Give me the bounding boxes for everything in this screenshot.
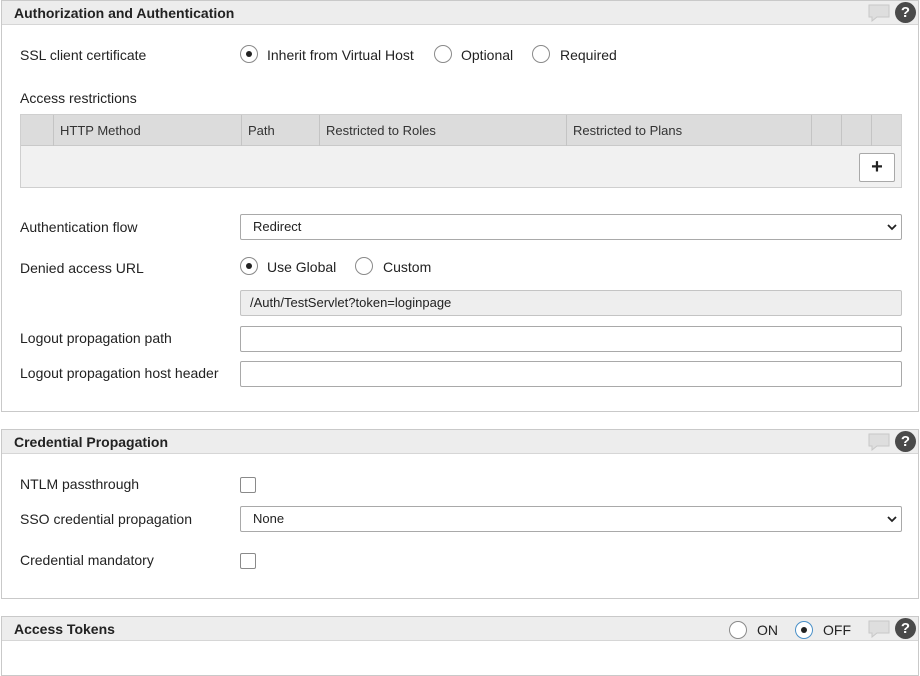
ntlm-checkbox[interactable] (240, 477, 256, 493)
access-restrictions-label: Access restrictions (20, 90, 137, 106)
logout-host-label: Logout propagation host header (20, 365, 219, 381)
tokens-on-label[interactable]: ON (757, 622, 778, 638)
sso-value: None (253, 511, 285, 526)
denied-custom-radio[interactable] (355, 257, 373, 275)
access-restrictions-table: HTTP Method Path Restricted to Roles Res… (20, 114, 902, 188)
column-label: Restricted to Plans (573, 123, 683, 138)
denied-url-field: /Auth/TestServlet?token=loginpage (240, 290, 902, 316)
credential-mandatory-checkbox[interactable] (240, 553, 256, 569)
panel-title: Authorization and Authentication (14, 5, 235, 21)
ssl-inherit-label[interactable]: Inherit from Virtual Host (267, 47, 414, 63)
column-label: Path (248, 123, 275, 138)
tokens-off-label[interactable]: OFF (823, 622, 851, 638)
sso-label: SSO credential propagation (20, 511, 192, 527)
table-column-path[interactable]: Path (242, 115, 320, 146)
tokens-on-radio[interactable] (729, 621, 747, 639)
auth-panel-header: Authorization and Authentication ? (2, 1, 918, 25)
table-action-column (842, 115, 872, 146)
table-select-column (21, 115, 54, 146)
help-icon[interactable]: ? (895, 431, 916, 452)
column-label: Restricted to Roles (326, 123, 436, 138)
denied-custom-label[interactable]: Custom (383, 259, 431, 275)
ssl-required-label[interactable]: Required (560, 47, 617, 63)
table-header: HTTP Method Path Restricted to Roles Res… (21, 115, 901, 146)
ssl-required-radio[interactable] (532, 45, 550, 63)
sso-select[interactable]: None (240, 506, 902, 532)
comment-icon[interactable] (868, 620, 890, 638)
table-column-roles[interactable]: Restricted to Roles (320, 115, 567, 146)
help-icon[interactable]: ? (895, 2, 916, 23)
credential-mandatory-label: Credential mandatory (20, 552, 154, 568)
logout-path-input[interactable] (240, 326, 902, 352)
auth-flow-select[interactable]: Redirect (240, 214, 902, 240)
tokens-off-radio[interactable] (795, 621, 813, 639)
panel-title: Credential Propagation (14, 434, 169, 450)
table-action-column (812, 115, 842, 146)
chevron-down-icon (887, 516, 897, 523)
column-label: HTTP Method (60, 123, 141, 138)
panel-title: Access Tokens (14, 621, 115, 637)
ssl-label: SSL client certificate (20, 47, 147, 63)
add-restriction-button[interactable]: + (859, 153, 895, 182)
comment-icon[interactable] (868, 4, 890, 22)
help-icon[interactable]: ? (895, 618, 916, 639)
auth-flow-value: Redirect (253, 219, 302, 234)
table-column-plans[interactable]: Restricted to Plans (567, 115, 812, 146)
chevron-down-icon (887, 224, 897, 231)
comment-icon[interactable] (868, 433, 890, 451)
denied-url-label: Denied access URL (20, 260, 144, 276)
auth-flow-label: Authentication flow (20, 219, 138, 235)
table-column-http-method[interactable]: HTTP Method (54, 115, 242, 146)
credential-panel: Credential Propagation ? NTLM passthroug… (1, 429, 919, 599)
ntlm-label: NTLM passthrough (20, 476, 140, 492)
logout-path-label: Logout propagation path (20, 330, 172, 346)
ssl-optional-radio[interactable] (434, 45, 452, 63)
access-tokens-panel: Access Tokens ON OFF ? (1, 616, 919, 676)
auth-panel: Authorization and Authentication ? SSL c… (1, 0, 919, 412)
logout-host-input[interactable] (240, 361, 902, 387)
denied-global-radio[interactable] (240, 257, 258, 275)
denied-global-label[interactable]: Use Global (267, 259, 336, 275)
ssl-inherit-radio[interactable] (240, 45, 258, 63)
credential-panel-header: Credential Propagation ? (2, 430, 918, 454)
access-tokens-panel-header: Access Tokens ON OFF ? (2, 617, 918, 641)
ssl-optional-label[interactable]: Optional (461, 47, 513, 63)
